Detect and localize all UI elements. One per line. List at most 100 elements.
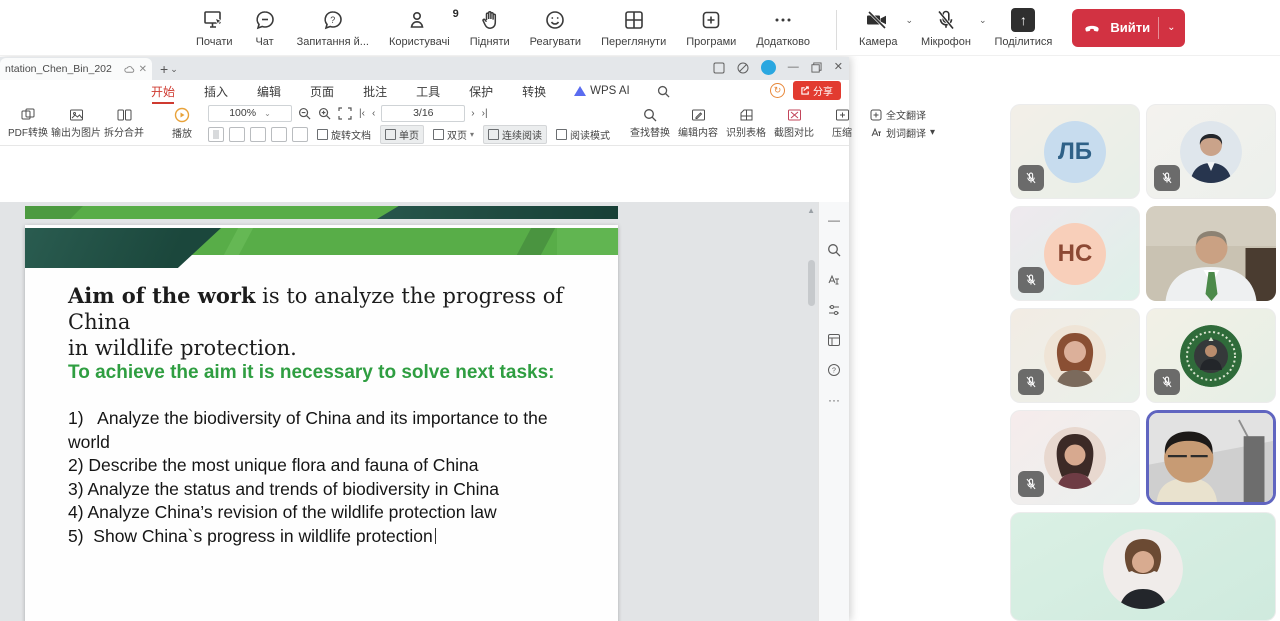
menu-protect[interactable]: 保护 <box>468 81 494 102</box>
screenshot-compare-button[interactable]: 截图对比 <box>772 104 816 144</box>
ribbon-label: 压缩 <box>832 128 853 139</box>
menu-edit[interactable]: 编辑 <box>256 81 282 102</box>
participant-tile-wide[interactable] <box>1010 512 1276 621</box>
fit-width-icon[interactable] <box>229 126 245 142</box>
find-replace-button[interactable]: 查找替换 <box>628 104 672 144</box>
word-translate-button[interactable]: 划词翻译 ▾ <box>870 125 935 140</box>
mic-muted-badge <box>1018 267 1044 293</box>
minimize-button[interactable]: — <box>788 62 799 73</box>
upgrade-icon[interactable]: ↻ <box>770 83 785 98</box>
avatar <box>1044 324 1106 387</box>
participant-tile[interactable] <box>1146 308 1276 403</box>
active-speaker-tile[interactable] <box>1146 410 1276 505</box>
document-area[interactable]: Aim of the work is to analyze the progre… <box>0 202 818 621</box>
device-controls-group: Камера ⌄ Мікрофон ⌄ ↑ Поділитися <box>859 7 1052 48</box>
full-translate-button[interactable]: 全文翻译 <box>870 107 935 122</box>
wps-share-button[interactable]: 分享 <box>793 81 841 100</box>
read-mode-button[interactable]: 阅读模式 <box>552 126 614 143</box>
export-image-button[interactable]: 输出为图片 <box>51 104 101 144</box>
tab-list-chevron[interactable]: ⌄ <box>170 64 178 75</box>
start-share-button[interactable]: Почати <box>196 7 233 48</box>
menu-insert[interactable]: 插入 <box>203 81 229 102</box>
recognize-table-icon <box>739 108 754 122</box>
restore-button[interactable] <box>811 62 822 73</box>
participants-button[interactable]: 9 Користувачі <box>389 7 459 48</box>
zoom-select[interactable]: 100% ⌄ <box>208 104 292 122</box>
rotate-left-icon[interactable] <box>271 126 287 142</box>
participant-tile[interactable]: НС <box>1010 206 1140 301</box>
menu-convert[interactable]: 转换 <box>521 81 547 102</box>
more-button[interactable]: Додатково <box>756 7 810 48</box>
leave-options-chevron[interactable]: ⌄ <box>1167 22 1175 33</box>
first-page-button[interactable]: |‹ <box>358 108 366 119</box>
translate-icon[interactable] <box>827 272 841 287</box>
leave-button[interactable]: Вийти ⌄ <box>1072 8 1186 47</box>
actual-size-icon[interactable] <box>250 126 266 142</box>
menu-page[interactable]: 页面 <box>309 81 335 102</box>
page-indicator[interactable]: 3/16 <box>381 104 466 122</box>
participant-tile[interactable] <box>1146 104 1276 199</box>
zoom-in-icon[interactable] <box>317 107 332 120</box>
collapse-panel-icon[interactable]: — <box>828 212 840 227</box>
mic-options-chevron[interactable]: ⌄ <box>979 15 987 26</box>
thumbnail-panel-icon[interactable] <box>827 332 841 347</box>
two-page-toggle[interactable]: 双页 ▾ <box>429 126 478 143</box>
mic-toggle-button[interactable]: Мікрофон <box>921 7 971 48</box>
react-button[interactable]: Реагувати <box>530 7 581 48</box>
prev-page-button[interactable]: ‹ <box>371 108 376 119</box>
help-icon[interactable]: ? <box>827 362 841 377</box>
more-icon[interactable]: ··· <box>828 392 840 407</box>
continuous-read-toggle[interactable]: 连续阅读 <box>483 124 548 144</box>
document-tab[interactable]: ntation_Chen_Bin_202 ✕ <box>0 58 152 80</box>
raise-hand-button[interactable]: Підняти <box>470 7 510 48</box>
pdf-convert-button[interactable]: PDF转换 <box>6 104 50 144</box>
menu-tools[interactable]: 工具 <box>415 81 441 102</box>
account-avatar[interactable] <box>760 60 776 75</box>
menu-home[interactable]: 开始 <box>150 81 176 104</box>
participant-tile[interactable] <box>1010 308 1140 403</box>
settings-sliders-icon[interactable] <box>827 302 841 317</box>
leave-button-label: Вийти <box>1110 20 1151 35</box>
share-button[interactable]: ↑ Поділитися <box>994 7 1052 48</box>
fit-window-icon[interactable] <box>208 126 224 142</box>
next-page-button[interactable]: › <box>470 108 475 119</box>
read-mode-icon <box>556 128 568 140</box>
new-tab-button[interactable]: + <box>160 61 168 77</box>
rotate-doc-button[interactable]: 旋转文档 <box>313 126 375 143</box>
edit-content-button[interactable]: 编辑内容 <box>676 104 720 144</box>
rotate-right-icon[interactable] <box>292 126 308 142</box>
tab-close-icon[interactable]: ✕ <box>139 64 147 75</box>
camera-options-chevron[interactable]: ⌄ <box>905 15 913 26</box>
mic-muted-badge <box>1154 369 1180 395</box>
theme-icon[interactable] <box>737 62 749 74</box>
close-button[interactable]: ✕ <box>834 62 843 73</box>
apps-button[interactable]: Програми <box>686 7 736 48</box>
chat-button[interactable]: Чат <box>253 7 277 48</box>
search-icon[interactable] <box>827 242 841 257</box>
fit-page-icon[interactable] <box>337 106 353 120</box>
wps-ai-button[interactable]: WPS AI <box>574 85 630 97</box>
pdf-convert-icon <box>21 108 36 122</box>
recognize-table-button[interactable]: 识别表格 <box>724 104 768 144</box>
participant-tile-video[interactable] <box>1146 206 1276 301</box>
zoom-out-icon[interactable] <box>297 107 312 120</box>
camera-toggle-button[interactable]: Камера <box>859 7 897 48</box>
view-button[interactable]: Переглянути <box>601 7 666 48</box>
last-page-button[interactable]: ›| <box>481 108 489 119</box>
split-merge-button[interactable]: 拆分合并 <box>102 104 146 144</box>
scroll-up-arrow[interactable]: ▲ <box>807 206 815 215</box>
ribbon-label: 查找替换 <box>630 128 671 139</box>
document-scrollbar[interactable] <box>808 260 815 306</box>
window-controls: — ✕ <box>713 60 843 75</box>
search-icon[interactable] <box>657 85 670 98</box>
single-page-toggle[interactable]: 单页 <box>380 124 424 144</box>
menu-comment[interactable]: 批注 <box>362 81 388 102</box>
menubar-right-group: ↻ 分享 <box>770 81 841 100</box>
participant-tile[interactable]: ЛБ <box>1010 104 1140 199</box>
qa-button[interactable]: ? Запитання й... <box>297 7 369 48</box>
play-button[interactable]: 播放 <box>160 104 204 144</box>
compress-button[interactable]: 压缩 <box>820 104 864 144</box>
layout-icon[interactable] <box>713 62 725 74</box>
participant-tile[interactable] <box>1010 410 1140 505</box>
avatar <box>1103 528 1183 609</box>
